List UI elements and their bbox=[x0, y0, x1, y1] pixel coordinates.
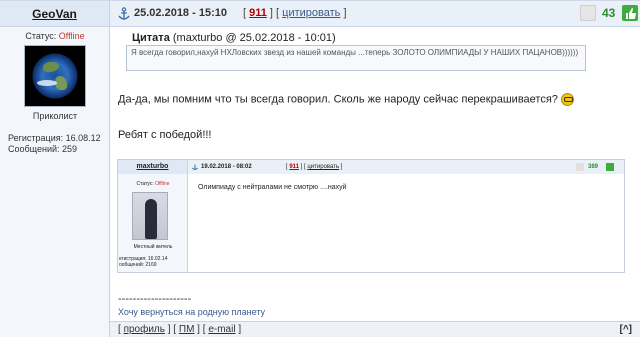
embedded-avatar bbox=[132, 192, 168, 240]
quote-source: (maxturbo @ 25.02.2018 - 10:01) bbox=[172, 32, 336, 44]
vote-down-button[interactable] bbox=[580, 5, 596, 21]
embedded-rating: 389 bbox=[588, 164, 599, 170]
embedded-post-text: Олимпиаду с нейтралами не смотрю ....нах… bbox=[198, 184, 347, 191]
embedded-vote-down bbox=[576, 163, 584, 171]
profile-link[interactable]: профиль bbox=[124, 324, 165, 335]
embedded-author-header: maxturbo bbox=[118, 160, 188, 174]
scroll-to-top-link[interactable]: [^] bbox=[620, 322, 633, 337]
message-count: Сообщений: 259 bbox=[8, 144, 78, 154]
embedded-post-header: 19.02.2018 - 08:02 [ 911 ] [ цитировать … bbox=[188, 160, 624, 174]
registration-date: Регистрация: 16.08.12 bbox=[8, 133, 101, 143]
embedded-stats: егистрация: 16.02.14 ообщений: 2169 bbox=[119, 256, 168, 268]
anchor-icon bbox=[192, 164, 198, 170]
author-name-link[interactable]: GeoVan bbox=[32, 7, 77, 21]
author-rank: Приколист bbox=[32, 111, 78, 121]
avatar bbox=[24, 45, 86, 107]
author-panel: Статус: Offline Приколист Регистрация: 1… bbox=[0, 27, 110, 337]
email-link[interactable]: e-mail bbox=[208, 324, 235, 335]
signature-text: Хочу вернуться на родную планету bbox=[118, 307, 266, 317]
embedded-post-date: 19.02.2018 - 08:02 bbox=[201, 164, 252, 170]
anchor-icon[interactable] bbox=[118, 7, 130, 21]
pm-link[interactable]: ПМ bbox=[179, 324, 195, 335]
post-meta: [ 911 ] [ цитировать ] bbox=[243, 7, 347, 19]
embedded-rank: Местный житель bbox=[133, 244, 173, 250]
quote-link[interactable]: цитировать bbox=[282, 7, 340, 19]
quote-header: Цитата (maxturbo @ 25.02.2018 - 10:01) bbox=[132, 32, 336, 44]
author-status: Статус: Offline bbox=[25, 31, 85, 41]
quote-box: Я всегда говорил,нахуй НХЛовских звезд и… bbox=[126, 45, 586, 71]
post-body-line-2: Ребят с победой!!! bbox=[118, 129, 212, 141]
post-number-link[interactable]: 911 bbox=[249, 7, 267, 19]
post-footer: [ профиль ] [ ПМ ] [ e-mail ] [^] bbox=[110, 321, 640, 337]
post-body-line-1: Да-да, мы помним что ты всегда говорил. … bbox=[118, 93, 574, 106]
quote-label: Цитата bbox=[132, 32, 170, 44]
embedded-status: Статус: Offline bbox=[136, 181, 170, 187]
post-rating: 43 bbox=[602, 6, 616, 20]
thumbs-up-icon bbox=[626, 8, 636, 19]
embedded-author-panel: Статус: Offline Местный житель егистраци… bbox=[118, 174, 188, 272]
post-date: 25.02.2018 - 15:10 bbox=[134, 7, 227, 19]
embedded-post-meta: [ 911 ] [ цитировать ] bbox=[286, 164, 343, 170]
smiley-icon bbox=[560, 93, 574, 106]
status-offline: Offline bbox=[58, 31, 85, 41]
signature-divider: -------------------- bbox=[118, 293, 192, 305]
vote-up-button[interactable] bbox=[622, 5, 638, 21]
forum-post: GeoVan 25.02.2018 - 15:10 [ 911 ] [ цити… bbox=[0, 0, 640, 337]
author-stats: Регистрация: 16.08.12 Сообщений: 259 bbox=[8, 133, 101, 155]
author-header: GeoVan bbox=[0, 1, 110, 27]
post-header: 25.02.2018 - 15:10 [ 911 ] [ цитировать … bbox=[110, 1, 640, 27]
embedded-screenshot: maxturbo 19.02.2018 - 08:02 [ 911 ] [ ци… bbox=[117, 159, 625, 273]
embedded-vote-up bbox=[606, 163, 614, 171]
embedded-author-name: maxturbo bbox=[136, 163, 169, 170]
